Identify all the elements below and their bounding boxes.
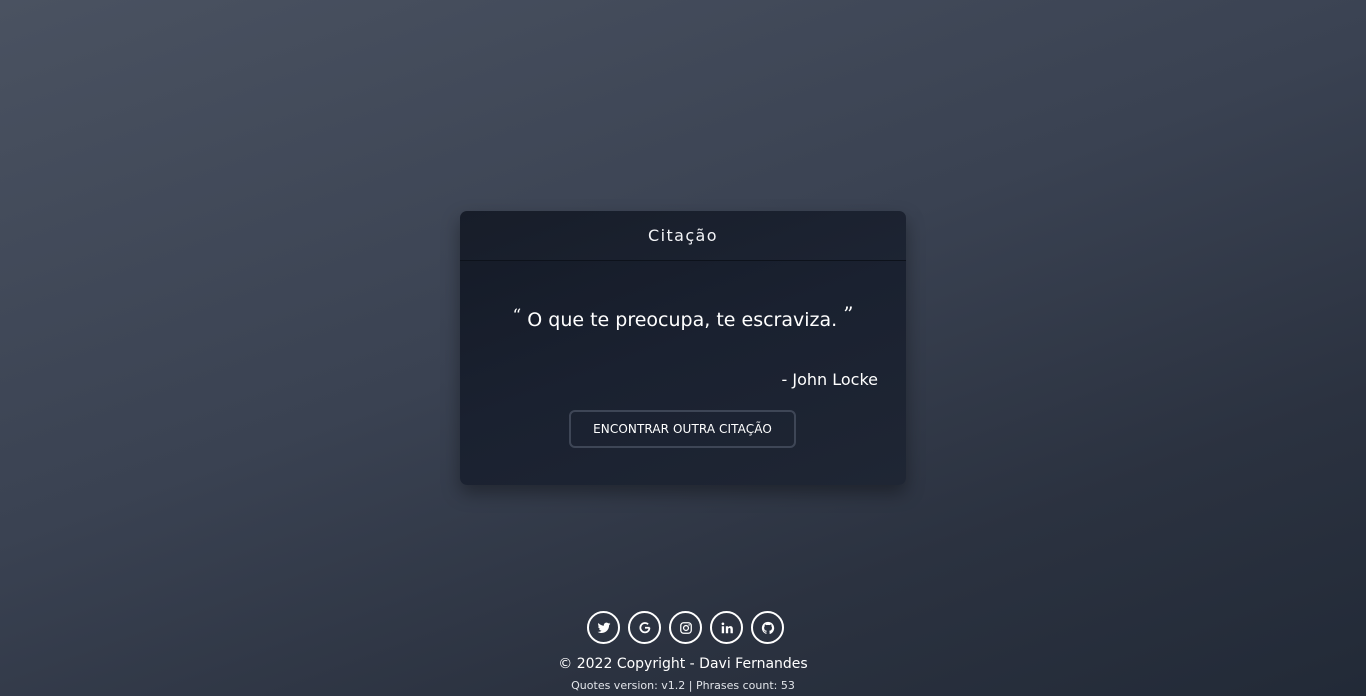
close-quote-mark: ”	[843, 302, 854, 326]
open-quote-mark: “	[512, 306, 522, 326]
google-icon	[638, 621, 652, 635]
twitter-icon	[597, 621, 611, 635]
quote-body: O que te preocupa, te escraviza.	[527, 309, 838, 331]
linkedin-link[interactable]	[710, 611, 743, 644]
card-title: Citação	[648, 226, 718, 245]
google-link[interactable]	[628, 611, 661, 644]
card-header: Citação	[460, 211, 906, 261]
instagram-icon	[679, 621, 693, 635]
twitter-link[interactable]	[587, 611, 620, 644]
github-link[interactable]	[751, 611, 784, 644]
quote-text: “ O que te preocupa, te escraviza. ”	[0, 301, 1366, 333]
linkedin-icon	[720, 621, 734, 635]
github-icon	[761, 621, 775, 635]
quote-author: - John Locke	[781, 370, 879, 389]
social-links	[587, 611, 784, 644]
version-info: Quotes version: v1.2 | Phrases count: 53	[571, 679, 795, 692]
find-another-quote-button[interactable]: ENCONTRAR OUTRA CITAÇÃO	[569, 410, 796, 448]
instagram-link[interactable]	[669, 611, 702, 644]
copyright-text: © 2022 Copyright - Davi Fernandes	[558, 656, 808, 672]
